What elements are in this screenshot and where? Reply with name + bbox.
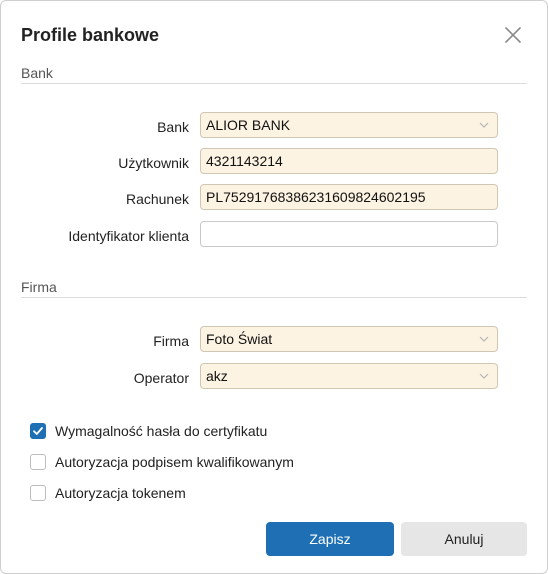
operator-select-value: akz	[206, 368, 228, 384]
client-id-input[interactable]	[200, 221, 498, 247]
chevron-down-icon	[479, 372, 489, 380]
option-label: Autoryzacja tokenem	[55, 485, 186, 501]
section-divider	[21, 83, 527, 84]
company-select-value: Foto Świat	[206, 331, 273, 347]
operator-label: Operator	[133, 370, 189, 386]
account-label: Rachunek	[125, 191, 189, 207]
client-id-label: Identyfikator klienta	[68, 228, 189, 244]
option-qualified-signature[interactable]: Autoryzacja podpisem kwalifikowanym	[30, 453, 294, 471]
option-label: Wymagalność hasła do certyfikatu	[55, 423, 268, 439]
operator-select[interactable]: akz	[200, 363, 498, 389]
bank-select-value: ALIOR BANK	[206, 117, 291, 133]
checkbox-certificate-password[interactable]	[30, 423, 46, 439]
checkbox-qualified-signature[interactable]	[30, 454, 46, 470]
account-input[interactable]	[200, 184, 498, 210]
company-label: Firma	[153, 333, 189, 349]
profile-dialog: Profile bankowe Bank Bank ALIOR BANK Uży…	[0, 0, 548, 574]
checkbox-token-auth[interactable]	[30, 485, 46, 501]
user-input[interactable]	[200, 148, 498, 174]
checkmark-icon	[33, 427, 43, 435]
dialog-title: Profile bankowe	[21, 25, 160, 45]
option-label: Autoryzacja podpisem kwalifikowanym	[55, 454, 294, 470]
close-icon[interactable]	[502, 24, 524, 46]
cancel-button[interactable]: Anuluj	[401, 522, 527, 556]
bank-select[interactable]: ALIOR BANK	[200, 112, 498, 138]
option-token-auth[interactable]: Autoryzacja tokenem	[30, 484, 186, 502]
chevron-down-icon	[479, 335, 489, 343]
section-heading-company: Firma	[21, 279, 57, 295]
section-divider	[21, 297, 527, 298]
section-heading-bank: Bank	[21, 65, 53, 81]
user-label: Użytkownik	[118, 155, 189, 171]
option-certificate-password[interactable]: Wymagalność hasła do certyfikatu	[30, 422, 267, 440]
chevron-down-icon	[479, 121, 489, 129]
bank-label: Bank	[157, 119, 189, 135]
company-select[interactable]: Foto Świat	[200, 326, 498, 352]
save-button[interactable]: Zapisz	[266, 522, 394, 556]
